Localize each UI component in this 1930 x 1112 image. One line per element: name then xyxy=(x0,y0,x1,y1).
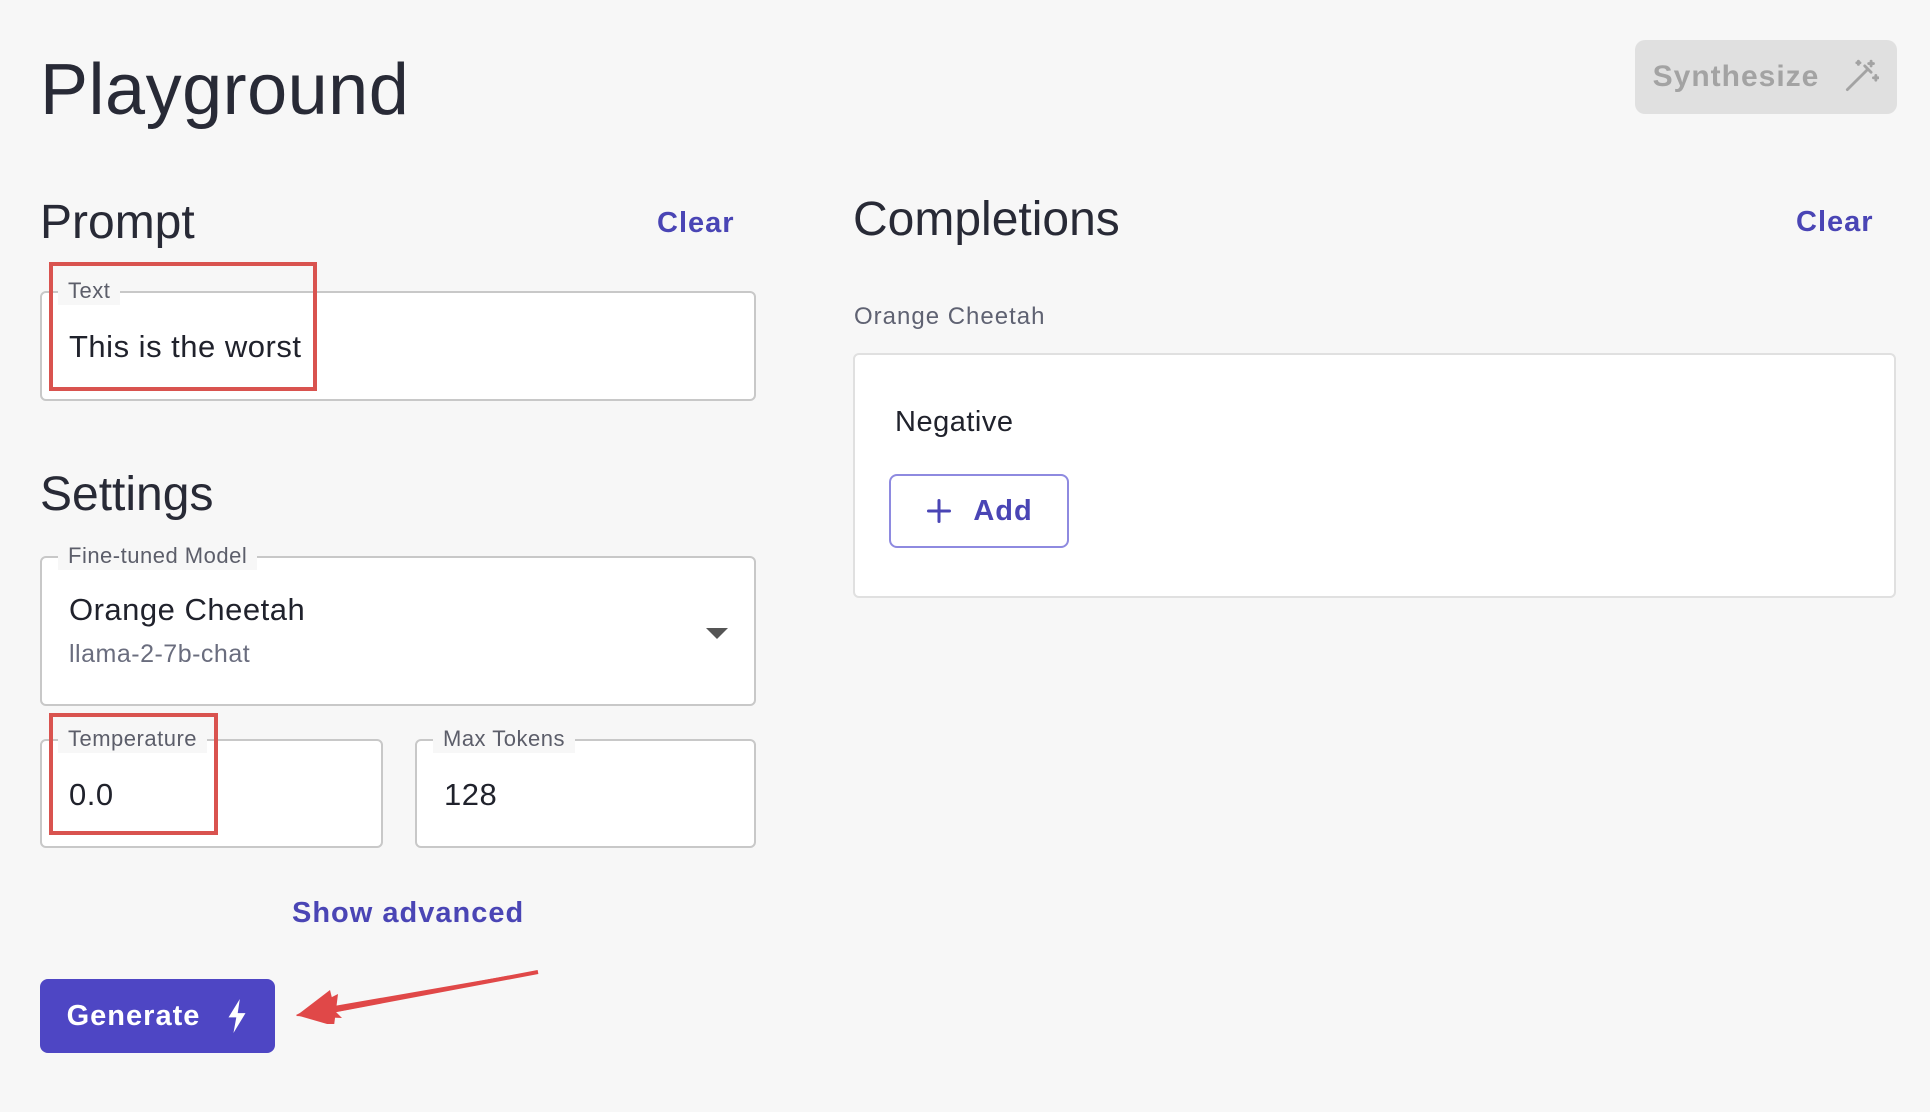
magic-wand-icon xyxy=(1846,59,1880,92)
completion-result: Negative xyxy=(895,406,1014,438)
temperature-field[interactable]: Temperature 0.0 xyxy=(40,725,383,848)
model-select-label: Fine-tuned Model xyxy=(58,542,258,570)
playground-page: Playground Synthesize Prompt Clear Text … xyxy=(0,0,1930,1112)
model-select-base: llama-2-7b-chat xyxy=(69,640,251,668)
synthesize-label: Synthesize xyxy=(1652,60,1820,93)
completion-card: Negative Add xyxy=(853,353,1896,598)
synthesize-button[interactable]: Synthesize xyxy=(1635,40,1897,114)
generate-button[interactable]: Generate xyxy=(40,979,275,1053)
prompt-text-field[interactable]: Text This is the worst xyxy=(40,277,756,401)
add-button[interactable]: Add xyxy=(889,474,1069,548)
prompt-clear-button[interactable]: Clear xyxy=(657,209,735,238)
settings-section-title: Settings xyxy=(40,468,214,521)
prompt-section-title: Prompt xyxy=(40,196,195,249)
prompt-text-label: Text xyxy=(58,277,121,305)
temperature-input[interactable]: 0.0 xyxy=(69,777,114,813)
annotation-arrow xyxy=(296,970,539,1024)
model-select-value: Orange Cheetah xyxy=(69,592,306,627)
prompt-text-input[interactable]: This is the worst xyxy=(69,329,301,365)
fine-tuned-model-select[interactable]: Fine-tuned Model Orange Cheetah llama-2-… xyxy=(40,542,756,706)
generate-label: Generate xyxy=(66,999,201,1032)
completions-clear-button[interactable]: Clear xyxy=(1796,208,1874,237)
lightning-icon xyxy=(228,999,246,1033)
temperature-label: Temperature xyxy=(58,725,208,753)
show-advanced-button[interactable]: Show advanced xyxy=(292,899,524,928)
page-title: Playground xyxy=(40,50,410,130)
completions-section-title: Completions xyxy=(853,193,1120,246)
caret-down-icon[interactable] xyxy=(706,628,728,639)
add-label: Add xyxy=(973,494,1033,527)
max-tokens-field[interactable]: Max Tokens 128 xyxy=(415,725,756,848)
completion-model-name: Orange Cheetah xyxy=(854,303,1046,330)
max-tokens-label: Max Tokens xyxy=(433,725,575,753)
max-tokens-input[interactable]: 128 xyxy=(444,777,497,813)
plus-icon xyxy=(927,498,952,524)
